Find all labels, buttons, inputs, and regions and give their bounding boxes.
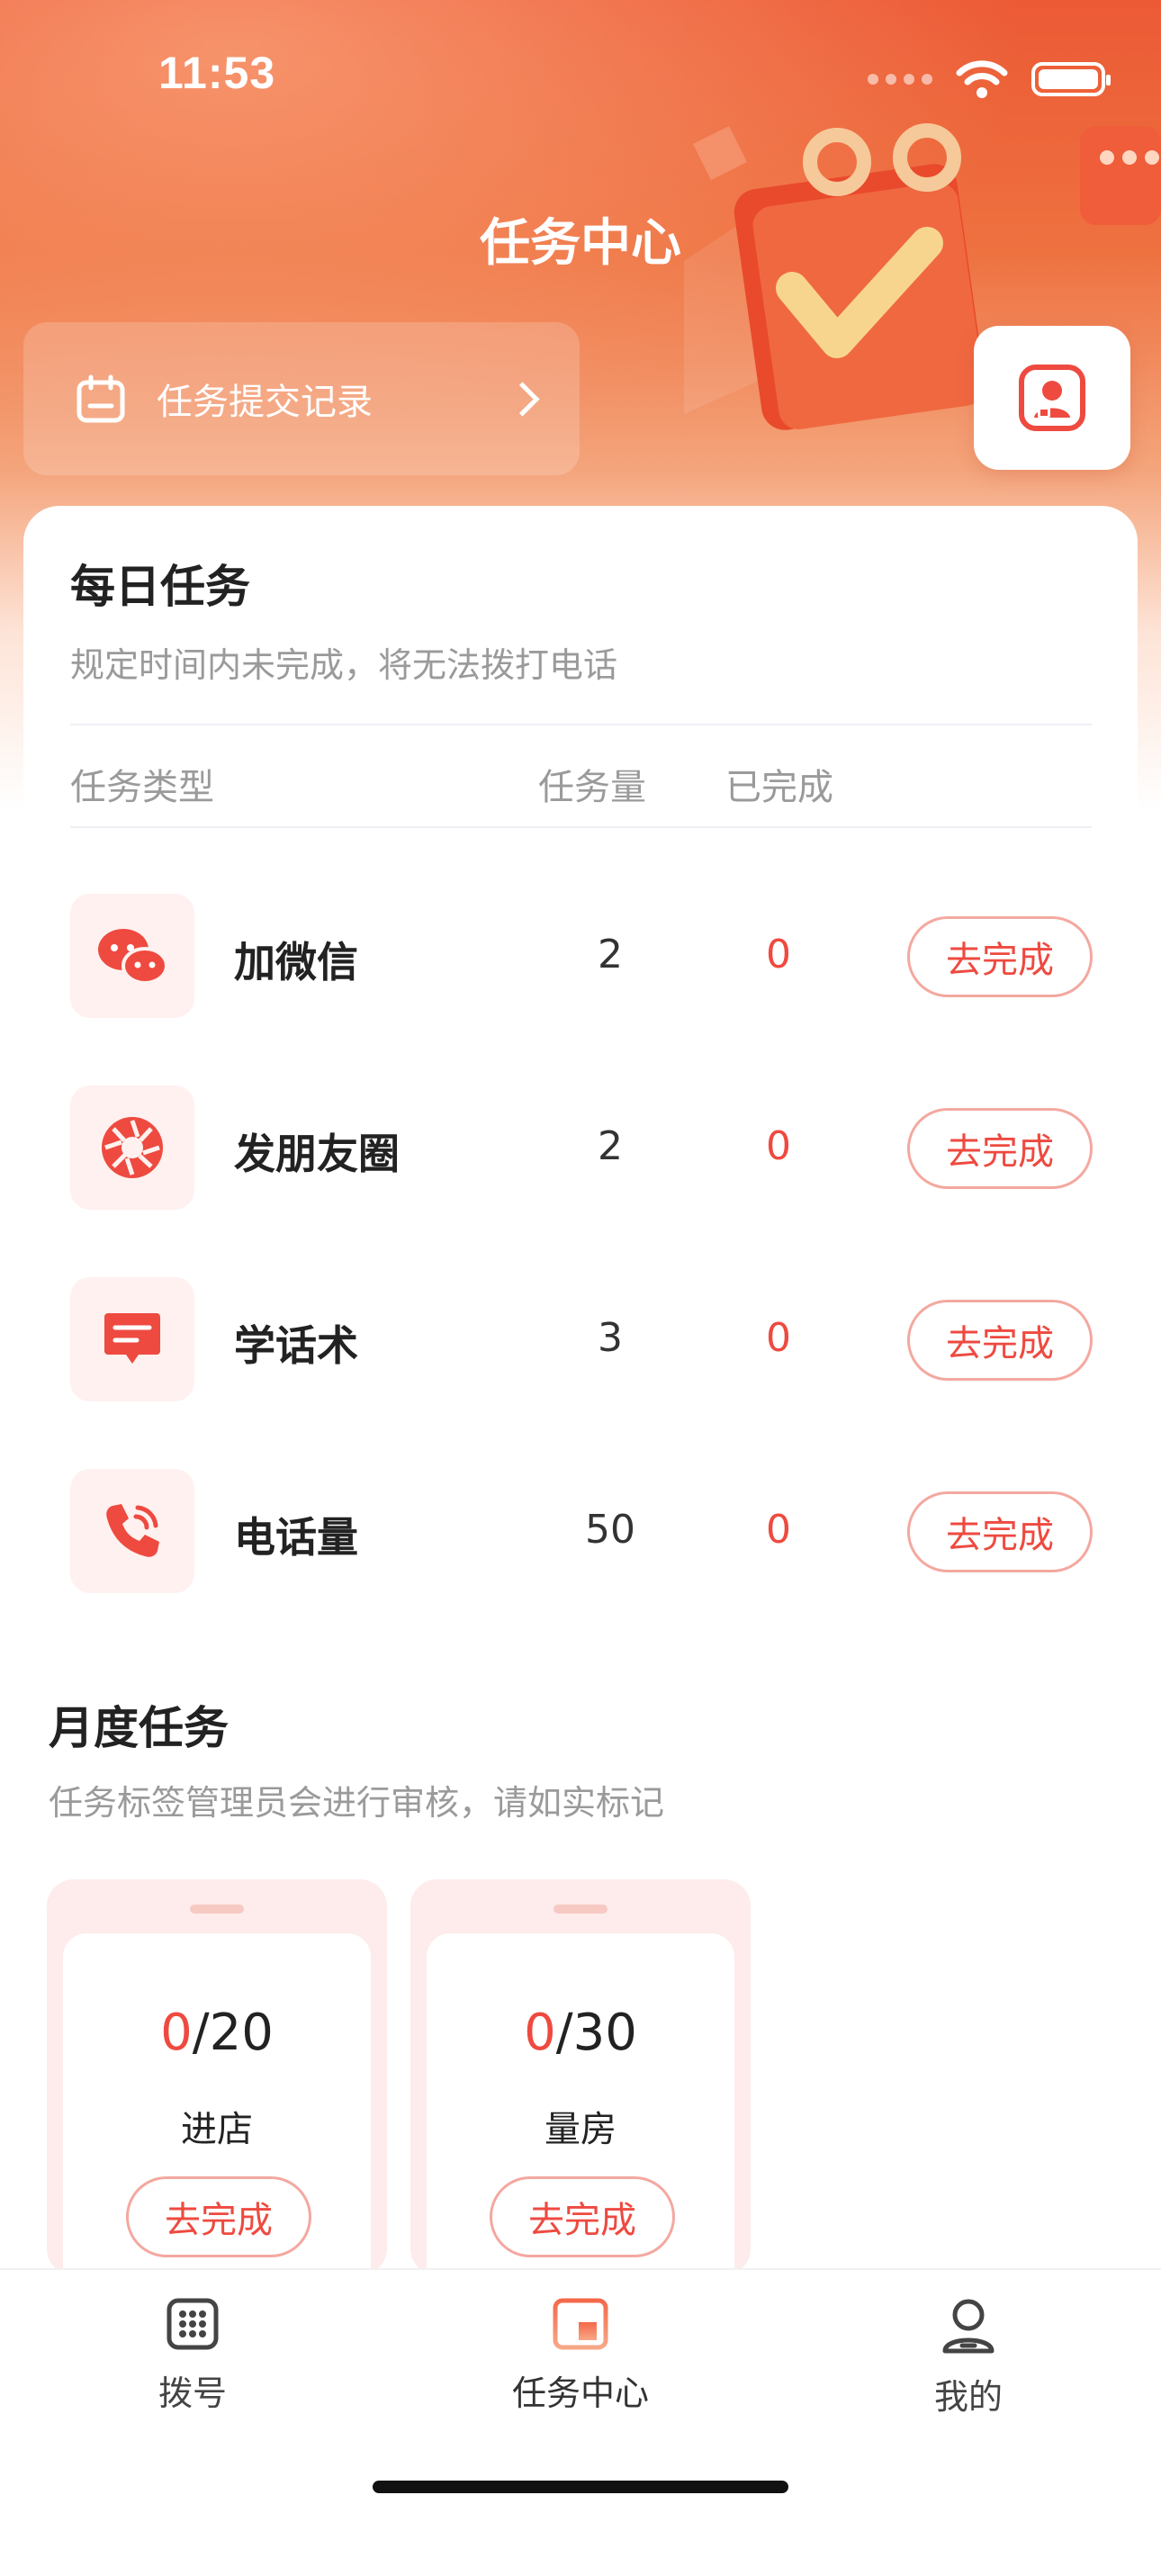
complete-task-button[interactable]: 去完成 bbox=[907, 1300, 1093, 1381]
monthly-card-inner: 0/30 量房 去完成 bbox=[427, 1933, 734, 2293]
task-icon-box bbox=[70, 1469, 194, 1593]
task-name: 加微信 bbox=[234, 938, 358, 986]
task-record-label: 任务提交记录 bbox=[157, 382, 373, 423]
complete-task-button[interactable]: 去完成 bbox=[907, 1108, 1093, 1189]
task-row-learn-script: 学话术 3 0 去完成 bbox=[70, 1277, 1093, 1403]
contact-card-icon bbox=[1019, 365, 1085, 431]
complete-task-button[interactable]: 去完成 bbox=[907, 916, 1093, 997]
task-completed: 0 bbox=[766, 1315, 791, 1361]
tab-label: 任务中心 bbox=[511, 2373, 649, 2413]
complete-task-button[interactable]: 去完成 bbox=[126, 2176, 311, 2257]
monthly-card-inner: 0/20 进店 去完成 bbox=[63, 1933, 371, 2293]
task-row-call-volume: 电话量 50 0 去完成 bbox=[70, 1469, 1093, 1595]
task-completed: 0 bbox=[766, 932, 791, 977]
column-header-type: 任务类型 bbox=[70, 767, 214, 808]
profile-icon bbox=[942, 2299, 994, 2354]
daily-tasks-subtitle: 规定时间内未完成，将无法拨打电话 bbox=[70, 645, 618, 685]
monthly-progress: 0/30 bbox=[427, 2004, 734, 2062]
task-record-link[interactable]: 任务提交记录 bbox=[23, 322, 580, 475]
task-name: 电话量 bbox=[234, 1513, 358, 1562]
status-icons bbox=[868, 59, 1111, 99]
calendar-icon bbox=[76, 374, 125, 423]
monthly-task-card-measure-room: 0/30 量房 去完成 bbox=[410, 1879, 751, 2293]
divider bbox=[70, 724, 1092, 725]
phone-icon bbox=[106, 1504, 159, 1557]
task-name: 学话术 bbox=[234, 1321, 358, 1370]
script-icon bbox=[104, 1313, 160, 1364]
task-completed: 0 bbox=[766, 1507, 791, 1553]
task-completed: 0 bbox=[766, 1123, 791, 1169]
complete-task-button[interactable]: 去完成 bbox=[490, 2176, 675, 2257]
monthly-task-label: 进店 bbox=[181, 2109, 253, 2150]
monthly-task-label: 量房 bbox=[544, 2109, 616, 2150]
divider bbox=[70, 826, 1092, 828]
monthly-done-count: 0 bbox=[160, 2004, 193, 2062]
card-handle bbox=[554, 1905, 608, 1914]
monthly-total-count: /30 bbox=[555, 2004, 637, 2062]
dialpad-icon bbox=[166, 2298, 219, 2350]
wechat-icon bbox=[98, 929, 168, 985]
home-indicator bbox=[373, 2481, 788, 2493]
task-quantity: 2 bbox=[598, 1123, 623, 1169]
column-header-completed: 已完成 bbox=[725, 767, 833, 808]
tab-dial[interactable]: 拨号 bbox=[103, 2297, 283, 2415]
task-center-icon bbox=[553, 2298, 608, 2350]
monthly-tasks-title: 月度任务 bbox=[49, 1702, 229, 1754]
monthly-progress: 0/20 bbox=[63, 2004, 371, 2062]
task-row-add-wechat: 加微信 2 0 去完成 bbox=[70, 894, 1093, 1020]
monthly-total-count: /20 bbox=[192, 2004, 274, 2062]
battery-icon bbox=[1031, 62, 1111, 96]
cellular-signal-icon bbox=[868, 74, 932, 85]
contact-card-button[interactable] bbox=[974, 326, 1130, 470]
task-name: 发朋友圈 bbox=[234, 1130, 400, 1178]
task-quantity: 2 bbox=[598, 932, 623, 977]
task-quantity: 3 bbox=[598, 1315, 623, 1361]
task-quantity: 50 bbox=[585, 1507, 635, 1553]
tab-profile[interactable]: 我的 bbox=[878, 2297, 1058, 2418]
tab-label: 拨号 bbox=[158, 2373, 227, 2413]
card-handle bbox=[190, 1905, 244, 1914]
monthly-done-count: 0 bbox=[524, 2004, 556, 2062]
tab-label: 我的 bbox=[933, 2377, 1003, 2417]
column-header-quantity: 任务量 bbox=[538, 767, 646, 808]
complete-task-button[interactable]: 去完成 bbox=[907, 1491, 1093, 1572]
moments-icon bbox=[102, 1117, 163, 1178]
status-time: 11:53 bbox=[158, 48, 276, 98]
monthly-tasks-subtitle: 任务标签管理员会进行审核，请如实标记 bbox=[49, 1783, 665, 1823]
task-row-moments: 发朋友圈 2 0 去完成 bbox=[70, 1085, 1093, 1211]
task-icon-box bbox=[70, 1277, 194, 1401]
task-icon-box bbox=[70, 1085, 194, 1210]
tab-task-center[interactable]: 任务中心 bbox=[490, 2297, 670, 2415]
daily-tasks-title: 每日任务 bbox=[70, 561, 250, 613]
task-icon-box bbox=[70, 894, 194, 1018]
chevron-right-icon bbox=[505, 381, 540, 417]
monthly-task-card-store-visit: 0/20 进店 去完成 bbox=[47, 1879, 387, 2293]
wifi-icon bbox=[956, 60, 1008, 98]
